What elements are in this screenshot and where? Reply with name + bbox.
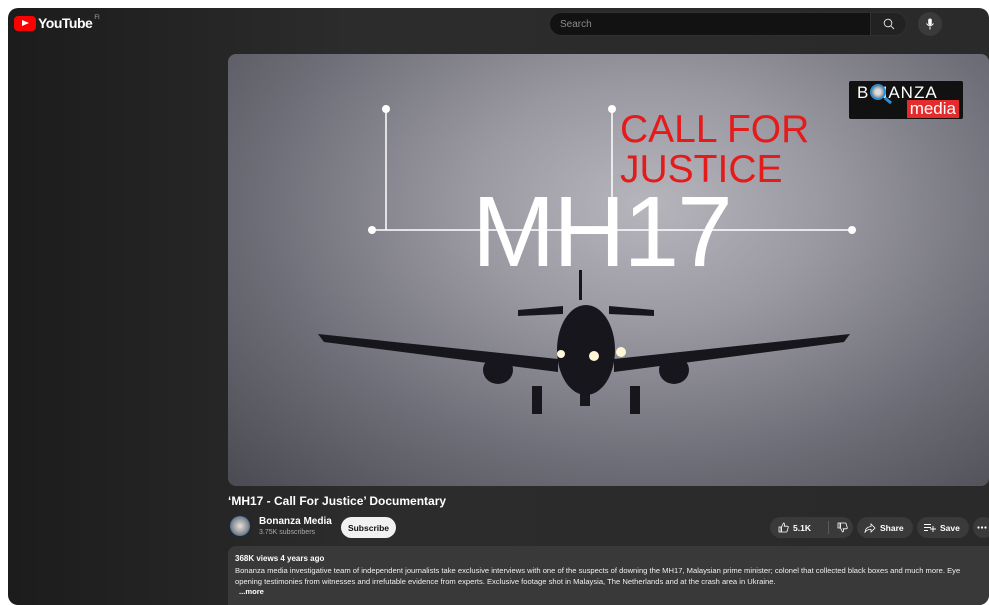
like-button[interactable]: 5.1K	[770, 522, 828, 533]
video-title: ‘MH17 - Call For Justice’ Documentary	[228, 494, 447, 508]
youtube-logo-icon	[14, 15, 36, 31]
overlay-mh17: MH17	[472, 176, 731, 288]
description-box[interactable]: 368K views 4 years ago Bonanza media inv…	[228, 546, 989, 605]
channel-avatar[interactable]	[230, 516, 250, 536]
airplane-image	[318, 270, 850, 414]
search-box[interactable]	[549, 12, 871, 36]
search-icon	[883, 18, 894, 30]
view-count-and-date: 368K views 4 years ago	[235, 554, 325, 563]
like-count: 5.1K	[793, 522, 811, 533]
youtube-logo-text: YouTube	[38, 15, 93, 31]
more-icon	[976, 526, 987, 529]
subscriber-count: 3.75K subscribers	[259, 529, 316, 536]
voice-search-button[interactable]	[918, 12, 942, 36]
more-actions-button[interactable]	[973, 517, 989, 538]
thumb-up-icon	[778, 522, 789, 533]
video-player[interactable]: CALL FOR JUSTICE MH17 B NANZA media	[228, 54, 989, 486]
brand-media-text: media	[906, 100, 959, 118]
share-icon	[864, 522, 876, 533]
thumb-down-icon	[837, 522, 848, 533]
share-button[interactable]: Share	[857, 517, 913, 538]
description-text: Bonanza media investigative team of inde…	[235, 566, 961, 586]
show-more-link[interactable]: ...more	[239, 587, 982, 596]
save-button[interactable]: Save	[917, 517, 969, 538]
region-code: FI	[94, 15, 100, 21]
channel-name[interactable]: Bonanza Media	[259, 516, 332, 527]
youtube-window: YouTube FI Search CALL FOR JUSTICE MH17 …	[8, 8, 989, 605]
youtube-logo[interactable]: YouTube FI	[14, 15, 100, 31]
search-button[interactable]	[871, 12, 907, 36]
save-playlist-icon	[924, 524, 936, 532]
share-label: Share	[880, 522, 904, 533]
subscribe-button[interactable]: Subscribe	[341, 517, 396, 538]
like-dislike-group: 5.1K	[770, 517, 853, 538]
save-label: Save	[940, 522, 960, 533]
bonanza-media-logo: B NANZA media	[849, 81, 963, 119]
overlay-call-for: CALL FOR	[620, 108, 809, 151]
mic-icon	[926, 18, 934, 30]
search-input[interactable]	[550, 13, 870, 35]
dislike-button[interactable]	[829, 522, 852, 533]
top-bar: YouTube FI	[8, 8, 989, 42]
